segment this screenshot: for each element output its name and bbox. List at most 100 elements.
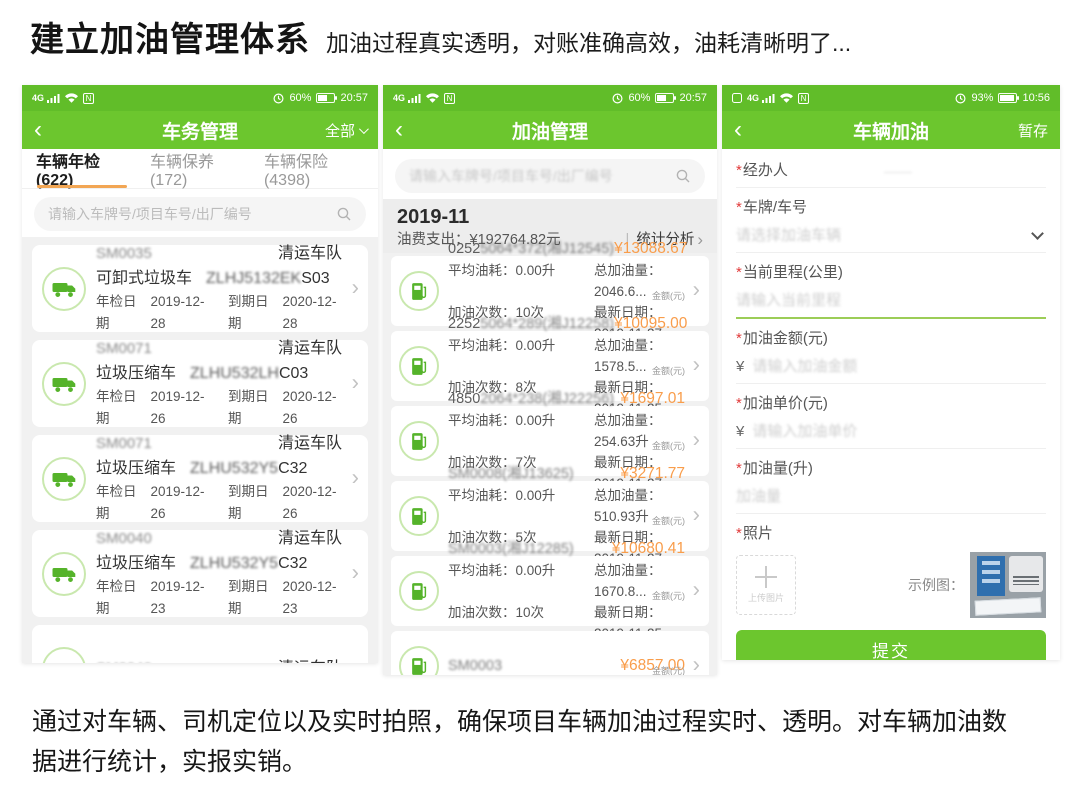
vehicle-plate: ZLHU532LHC03	[190, 361, 308, 386]
inspect-date: 2019-12-28	[151, 291, 210, 335]
back-icon[interactable]: ‹	[734, 118, 780, 142]
screenshot-vehicle-refuel-form: 4G N 93% 10:56 ‹ 车辆加油 暂存 *经办人 —— *车牌/车号 …	[722, 85, 1060, 660]
search-input[interactable]: 请输入车牌号/项目车号/出厂编号	[34, 197, 366, 231]
fuel-pump-icon	[410, 506, 429, 527]
footer-description: 通过对车辆、司机定位以及实时拍照，确保项目车辆加油过程实时、透明。对车辆加油数据…	[32, 702, 1024, 782]
tab-insurance[interactable]: 车辆保险(4398)	[264, 149, 364, 188]
battery-icon	[998, 93, 1017, 103]
upload-photo-button[interactable]: 上传图片	[736, 555, 796, 615]
status-bar: 4G N 93% 10:56	[722, 85, 1060, 111]
battery-icon	[316, 93, 335, 103]
nav-bar: ‹ 加油管理	[383, 111, 717, 149]
fuel-pump-icon	[410, 656, 429, 676]
fuel-pump-icon	[410, 281, 429, 302]
truck-icon	[51, 659, 78, 664]
search-area: 请输入车牌号/项目车号/出厂编号	[22, 189, 378, 237]
currency-symbol: ¥	[736, 357, 744, 377]
vehicle-team: 清运车队	[278, 527, 342, 551]
vehicle-team: 清运车队	[278, 657, 342, 664]
filter-all-button[interactable]: 全部	[320, 120, 366, 141]
save-draft-button[interactable]: 暂存	[1018, 120, 1048, 141]
battery-icon	[655, 93, 674, 103]
handler-value: ——	[884, 163, 912, 179]
tab-maintenance[interactable]: 车辆保养(172)	[150, 149, 242, 188]
vehicle-team: 清运车队	[278, 432, 342, 456]
vehicle-team: 清运车队	[278, 242, 342, 266]
truck-icon	[51, 279, 78, 299]
record-code: 02525064*372(湘J12545)	[448, 239, 614, 260]
signal-icon	[762, 93, 775, 103]
signal-icon	[47, 93, 60, 103]
submit-button[interactable]: 提交	[736, 630, 1046, 660]
app-notification-icon	[732, 93, 742, 103]
chevron-right-icon: ›	[693, 652, 700, 675]
mileage-label: *当前里程(公里)	[736, 263, 1046, 283]
refuel-record-row[interactable]: SM0003¥6857.00 金额(元) ›	[391, 631, 709, 675]
back-icon[interactable]: ‹	[34, 118, 80, 142]
chevron-down-icon	[1031, 227, 1044, 240]
record-code: SM0008(湘J13625)	[448, 464, 574, 485]
record-code: 48502064*238(湘J22256)	[448, 389, 614, 410]
network-type-label: 4G	[747, 93, 759, 103]
expire-date: 2020-12-26	[283, 386, 342, 430]
amount-unit-label: 金额(元)	[652, 289, 685, 302]
vehicle-code: SM0035	[96, 242, 152, 266]
chevron-right-icon: ›	[352, 464, 359, 490]
page: 建立加油管理体系 加油过程真实透明，对账准确高效，油耗清晰明了... 4G N …	[0, 0, 1080, 788]
nav-bar: ‹ 车辆加油 暂存	[722, 111, 1060, 149]
search-input[interactable]: 请输入车牌号/项目车号/出厂编号	[395, 159, 705, 193]
truck-icon	[51, 564, 78, 584]
vehicle-row[interactable]: SM0071清运车队 垃圾压缩车ZLHU532Y5C32 年检日期2019-12…	[32, 435, 368, 522]
wifi-icon	[65, 93, 78, 103]
vehicle-row[interactable]: SM0035清运车队 可卸式垃圾车ZLHJ5132EKS03 年检日期2019-…	[32, 245, 368, 332]
back-icon[interactable]: ‹	[395, 118, 441, 142]
vehicle-row[interactable]: SM0071清运车队 垃圾压缩车ZLHU532LHC03 年检日期2019-12…	[32, 340, 368, 427]
avg-consumption: 0.00升	[516, 263, 556, 278]
price-input[interactable]: ¥请输入加油单价	[736, 422, 1046, 449]
truck-icon	[51, 469, 78, 489]
price-label: *加油单价(元)	[736, 394, 1046, 414]
screenshot-refuel-management: 4G N 60% 20:57 ‹ 加油管理 请输入车牌号/项目车号/出厂编号 2…	[383, 85, 717, 675]
caret-down-icon	[359, 124, 369, 134]
alarm-icon	[612, 93, 623, 104]
total-volume: 2046.6...	[594, 284, 647, 299]
example-photo	[970, 552, 1046, 618]
month-label: 2019-11	[397, 204, 703, 230]
chevron-right-icon: ›	[693, 502, 700, 528]
vehicle-plate: ZLHJ5132EKS03	[206, 266, 330, 291]
search-placeholder: 请输入车牌号/项目车号/出厂编号	[48, 204, 252, 224]
vehicle-row[interactable]: SM0040清运车队	[32, 625, 368, 663]
nav-title: 车辆加油	[780, 117, 1002, 144]
currency-symbol: ¥	[736, 422, 744, 442]
nav-title: 加油管理	[441, 117, 659, 144]
page-title: 建立加油管理体系	[30, 12, 310, 61]
battery-percent: 93%	[971, 92, 993, 104]
fuel-pump-icon	[410, 581, 429, 602]
tab-annual-inspection[interactable]: 车辆年检(622)	[36, 149, 128, 188]
battery-percent: 60%	[289, 92, 311, 104]
amount-input[interactable]: ¥请输入加油金额	[736, 357, 1046, 384]
status-bar: 4G N 60% 20:57	[383, 85, 717, 111]
status-time: 20:57	[340, 92, 368, 104]
vehicle-plate: ZLHU532Y5C32	[190, 551, 307, 576]
mileage-input[interactable]: 请输入当前里程	[736, 291, 1046, 319]
network-type-label: 4G	[393, 93, 405, 103]
vehicle-type: 垃圾压缩车	[96, 361, 176, 386]
refuel-record-row[interactable]: SM0003(湘J12285)¥10680.41 平均油耗：0.00升总加油量：…	[391, 556, 709, 626]
alarm-icon	[955, 93, 966, 104]
tab-bar: 车辆年检(622) 车辆保养(172) 车辆保险(4398)	[22, 149, 378, 189]
chevron-right-icon: ›	[352, 274, 359, 300]
record-code: SM0003(湘J12285)	[448, 539, 574, 560]
search-placeholder: 请输入车牌号/项目车号/出厂编号	[409, 166, 613, 186]
vehicle-select[interactable]: 请选择加油车辆	[736, 226, 1046, 253]
record-code: SM0003	[448, 656, 502, 675]
wifi-icon	[780, 93, 793, 103]
record-amount: ¥1697.01	[620, 388, 685, 409]
field-handler: *经办人 ——	[736, 149, 1046, 188]
vehicle-team: 清运车队	[278, 337, 342, 361]
volume-input[interactable]: 加油量	[736, 487, 1046, 514]
example-label: 示例图：	[908, 575, 964, 595]
record-amount: ¥10680.41	[612, 538, 685, 559]
page-subtitle: 加油过程真实透明，对账准确高效，油耗清晰明了...	[326, 24, 851, 58]
vehicle-row[interactable]: SM0040清运车队 垃圾压缩车ZLHU532Y5C32 年检日期2019-12…	[32, 530, 368, 617]
